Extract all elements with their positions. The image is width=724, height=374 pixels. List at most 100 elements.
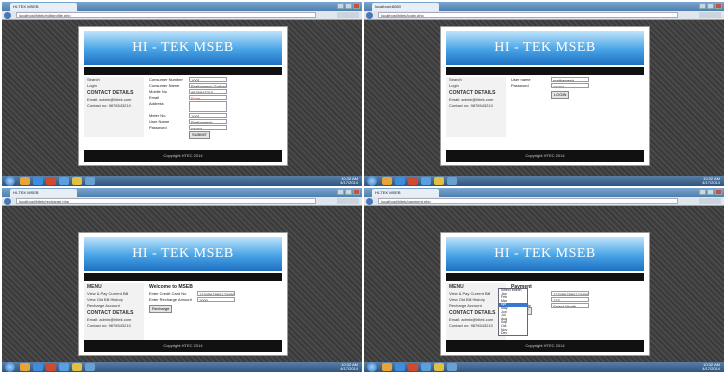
field-input[interactable] (189, 101, 227, 112)
sidebar-link: Contact no: 9876543210 (87, 103, 131, 108)
close-button[interactable] (353, 3, 360, 9)
field-input[interactable]: 9876543210 (189, 89, 227, 94)
back-icon[interactable] (366, 198, 373, 205)
taskbar-app-icon[interactable] (72, 177, 82, 185)
field-input[interactable]: Prathamesh (189, 119, 227, 124)
url-input[interactable]: localhost/hitek/payment.php (378, 198, 678, 204)
close-button[interactable] (353, 189, 360, 195)
page-viewport: HI - TEK MSEB HomeLoginSearchLoginCONTACT… (364, 20, 724, 186)
minimize-button[interactable] (699, 189, 706, 195)
menu-bar: HomeLogin (446, 67, 644, 81)
back-icon[interactable] (4, 198, 11, 205)
taskbar-app-icon[interactable] (421, 177, 431, 185)
field-input[interactable]: Pune (189, 95, 227, 100)
title-bar: localhost:8080 (364, 2, 724, 11)
clock-date: 4/17/2014 (702, 180, 720, 185)
submit-button[interactable]: Recharge (149, 305, 173, 313)
taskbar-app-icon[interactable] (20, 363, 30, 371)
taskbar-app-icon[interactable] (395, 363, 405, 371)
taskbar-app-icon[interactable] (447, 363, 457, 371)
left-sidebar: Search Login CONTACT DETAILS Email: admin@h… (84, 77, 144, 137)
taskbar-app-icon[interactable] (382, 177, 392, 185)
content-heading: Payment (511, 284, 532, 290)
browser-tab[interactable]: HI-TEK MSEB (10, 3, 77, 11)
dropdown-option[interactable]: Dec (499, 332, 527, 336)
field-input[interactable]: 1234567890123456 (551, 291, 589, 296)
minimize-button[interactable] (337, 189, 344, 195)
sidebar-heading: MENU (449, 284, 464, 290)
taskbar-app-icon[interactable] (59, 177, 69, 185)
field-input[interactable]: •••••••• (189, 125, 227, 130)
taskbar-app-icon[interactable] (85, 363, 95, 371)
field-input[interactable]: 1001 (189, 113, 227, 118)
maximize-button[interactable] (345, 189, 352, 195)
field-input[interactable]: Prathamesh Gaikwad (189, 83, 227, 88)
site-banner: HI - TEK MSEB (84, 31, 282, 65)
sidebar-link: Contact no: 9876543210 (449, 323, 493, 328)
url-input[interactable]: localhost/hitek/editprofile.php (16, 12, 316, 18)
taskbar-app-icon[interactable] (20, 177, 30, 185)
field-input[interactable]: 1234567890123456 (197, 291, 235, 296)
site-logo: HI - TEK MSEB (494, 40, 596, 55)
address-bar: localhost/hitek/recharge.php (2, 197, 362, 206)
browser-tab[interactable]: HI-TEK MSEB (372, 189, 439, 197)
close-button[interactable] (715, 189, 722, 195)
start-button[interactable] (367, 362, 377, 372)
field-input[interactable]: prathamesh (551, 77, 589, 82)
taskbar-app-icon[interactable] (59, 363, 69, 371)
start-button[interactable] (367, 176, 377, 186)
taskbar-app-icon[interactable] (46, 363, 56, 371)
browser-tab[interactable]: HI-TEK MSEB (10, 189, 77, 197)
field-input[interactable]: Select Month (551, 303, 589, 308)
maximize-button[interactable] (707, 189, 714, 195)
back-icon[interactable] (366, 12, 373, 19)
taskbar-app-icon[interactable] (46, 177, 56, 185)
window-controls (337, 189, 360, 195)
browser-tab[interactable]: localhost:8080 (372, 3, 439, 11)
left-sidebar: MENU View & Pay Current Bill View Old Bill… (84, 283, 144, 343)
start-button[interactable] (5, 176, 15, 186)
field-label: Password (511, 83, 529, 88)
toolbar-icons[interactable] (699, 12, 721, 18)
taskbar-app-icon[interactable] (382, 363, 392, 371)
taskbar-app-icon[interactable] (434, 177, 444, 185)
maximize-button[interactable] (345, 3, 352, 9)
taskbar-app-icon[interactable] (447, 177, 457, 185)
site-logo: HI - TEK MSEB (494, 246, 596, 261)
window-controls (699, 189, 722, 195)
minimize-button[interactable] (699, 3, 706, 9)
month-dropdown[interactable]: Select Month Jan Feb Mar Apr May Jun Jul Aug Sep O… (498, 288, 528, 336)
url-input[interactable]: localhost/hitek/login.php (378, 12, 678, 18)
taskbar-clock: 10:32 AM 4/17/2014 (340, 363, 358, 371)
toolbar-icons[interactable] (337, 198, 359, 204)
taskbar-app-icon[interactable] (408, 177, 418, 185)
maximize-button[interactable] (707, 3, 714, 9)
url-input[interactable]: localhost/hitek/recharge.php (16, 198, 316, 204)
minimize-button[interactable] (337, 3, 344, 9)
field-input[interactable]: 1001 (189, 77, 227, 82)
taskbar-app-icon[interactable] (33, 177, 43, 185)
taskbar-app-icon[interactable] (33, 363, 43, 371)
submit-button[interactable]: LOGIN (551, 91, 570, 99)
taskbar-app-icon[interactable] (421, 363, 431, 371)
taskbar-app-icon[interactable] (395, 177, 405, 185)
back-icon[interactable] (4, 12, 11, 19)
taskbar: 10:32 AM 4/17/2014 (2, 362, 362, 372)
field-label: Enter Recharge Amount (149, 297, 192, 302)
toolbar-icons[interactable] (699, 198, 721, 204)
field-input[interactable]: 123 (551, 297, 589, 302)
form-row: Address (149, 101, 281, 113)
close-button[interactable] (715, 3, 722, 9)
form-row: Password •••••••• (511, 83, 643, 89)
browser-window: HI-TEK MSEB localhost/hitek/payment.php HI… (364, 188, 724, 372)
taskbar-app-icon[interactable] (85, 177, 95, 185)
taskbar-app-icon[interactable] (408, 363, 418, 371)
toolbar-icons[interactable] (337, 12, 359, 18)
taskbar-app-icon[interactable] (72, 363, 82, 371)
field-input[interactable]: 1000 (197, 297, 235, 302)
taskbar-app-icon[interactable] (434, 363, 444, 371)
submit-button[interactable]: SUBMIT (189, 131, 211, 139)
field-input[interactable]: •••••••• (551, 83, 589, 88)
window-controls (337, 3, 360, 9)
start-button[interactable] (5, 362, 15, 372)
